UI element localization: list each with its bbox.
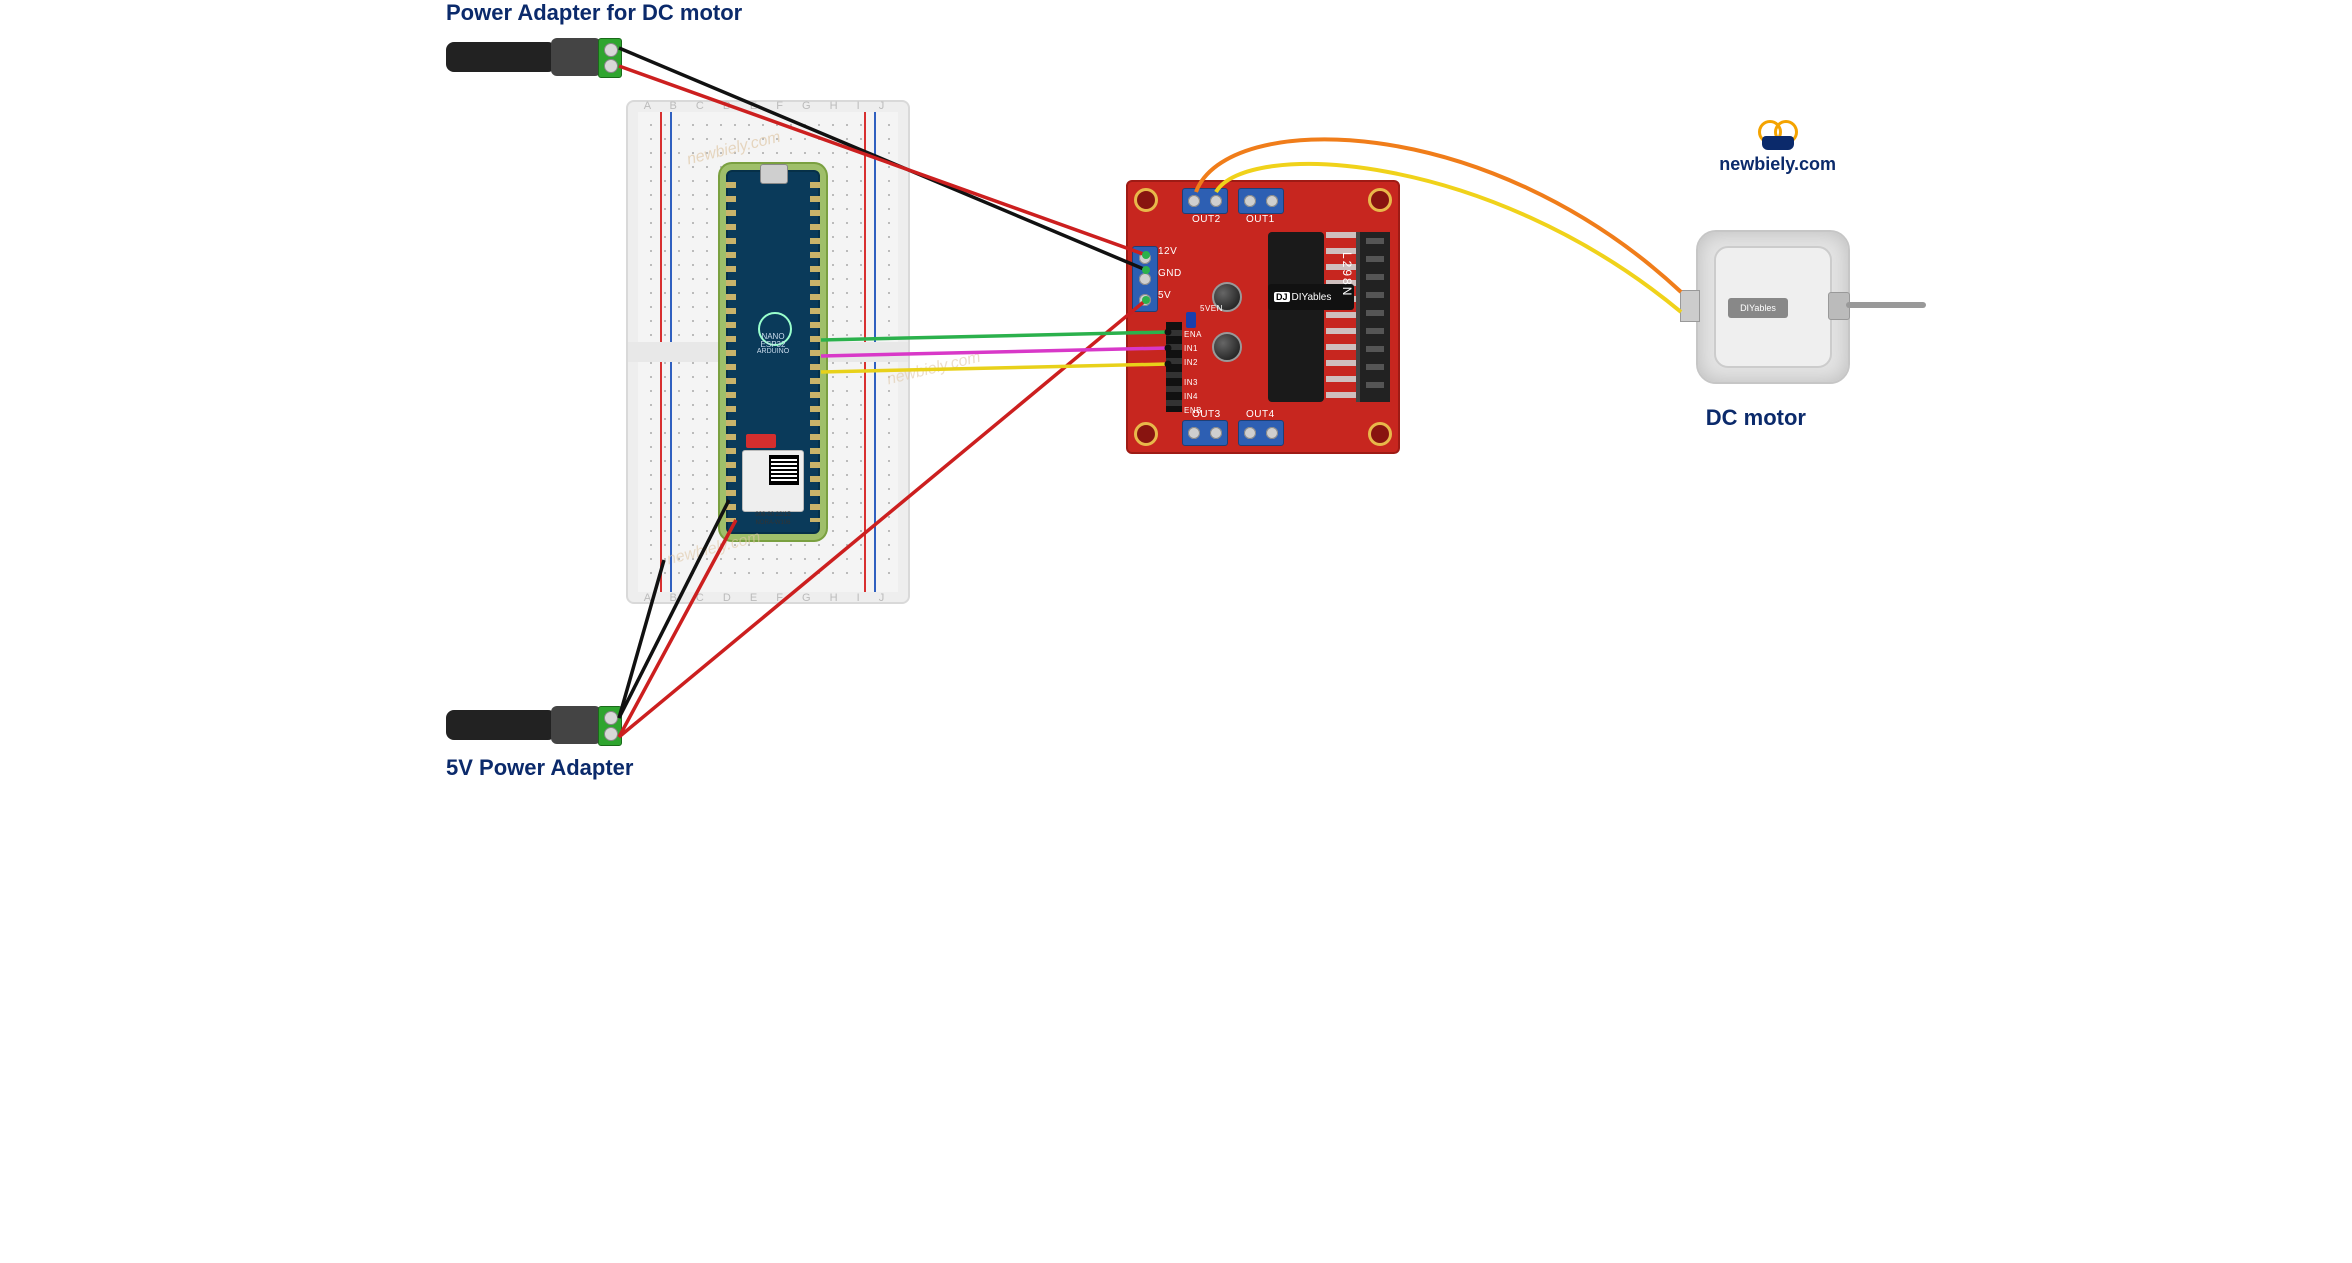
- wire-magenta-in1: [821, 348, 1168, 356]
- wire-bot-red-to-arduino-vin: [619, 520, 736, 737]
- wire-orange-out1: [1196, 139, 1681, 292]
- wires-layer: [426, 0, 1926, 800]
- wire-bot-black-to-arduino-gnd: [619, 500, 729, 718]
- wire-yellow-in2: [821, 364, 1168, 372]
- wire-top-red-12v: [619, 66, 1146, 255]
- wire-green-ena: [821, 332, 1168, 340]
- wiring-diagram: Power Adapter for DC motor 5V Power Adap…: [426, 0, 1926, 800]
